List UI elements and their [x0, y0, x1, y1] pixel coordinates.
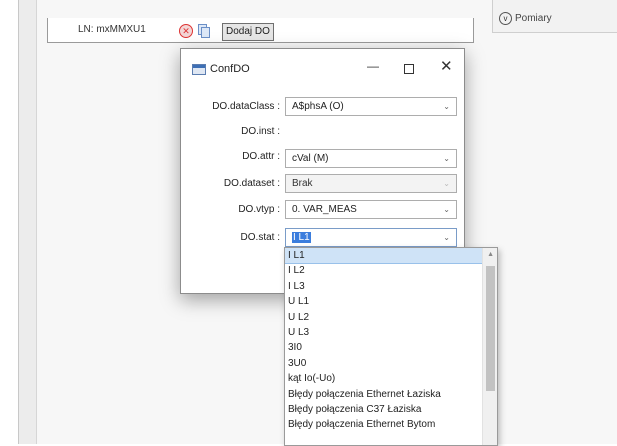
stat-option[interactable]: I L2: [285, 263, 497, 278]
add-do-button[interactable]: Dodaj DO: [222, 23, 274, 41]
maximize-icon[interactable]: [404, 64, 414, 74]
attr-value: cVal (M): [292, 153, 329, 164]
attr-select[interactable]: cVal (M) ⌄: [285, 149, 457, 168]
stat-option[interactable]: 3U0: [285, 356, 497, 371]
close-icon[interactable]: ✕: [440, 57, 453, 75]
stat-option[interactable]: kąt Io(-Uo): [285, 371, 497, 386]
dataclass-select[interactable]: A$phsA (O) ⌄: [285, 97, 457, 116]
copy-icon[interactable]: [198, 24, 210, 38]
dataset-value: Brak: [292, 178, 313, 189]
dataset-select: Brak ⌄: [285, 174, 457, 193]
dialog-title: ConfDO: [210, 63, 250, 75]
stat-option[interactable]: Błędy połączenia Ethernet Bytom: [285, 417, 497, 432]
minimize-icon[interactable]: —: [367, 59, 379, 73]
chevron-down-icon: ⌄: [443, 154, 450, 163]
remove-icon[interactable]: ✕: [179, 24, 193, 38]
vtyp-value: 0. VAR_MEAS: [292, 204, 357, 215]
stat-dropdown-list[interactable]: I L1 I L2 I L3 U L1 U L2 U L3 3I0 3U0 kąt Io(-Uo…: [284, 247, 498, 446]
pomiary-label[interactable]: Pomiary: [515, 13, 552, 24]
chevron-down-icon: ⌄: [443, 233, 450, 242]
attr-label: DO.attr :: [242, 151, 280, 162]
dataclass-label: DO.dataClass :: [212, 101, 280, 112]
inst-label: DO.inst :: [241, 126, 280, 137]
stat-option[interactable]: I L1: [285, 248, 497, 265]
chevron-down-icon: ⌄: [443, 179, 450, 188]
stat-options: I L1 I L2 I L3 U L1 U L2 U L3 3I0 3U0 kąt Io(-Uo…: [285, 248, 497, 433]
scrollbar-thumb[interactable]: [486, 266, 495, 391]
stat-label: DO.stat :: [240, 232, 280, 243]
stat-value[interactable]: I L1: [292, 232, 311, 243]
chevron-up-icon[interactable]: ▲: [487, 251, 494, 258]
stat-select[interactable]: I L1 ⌄: [285, 228, 457, 247]
vtyp-label: DO.vtyp :: [238, 204, 280, 215]
dropdown-scrollbar[interactable]: ▲: [482, 248, 497, 445]
stat-option[interactable]: Błędy połączenia Ethernet Łaziska: [285, 387, 497, 402]
window-icon: [192, 64, 206, 75]
stat-option[interactable]: U L3: [285, 325, 497, 340]
stat-option[interactable]: Błędy połączenia C37 Łaziska: [285, 402, 497, 417]
stat-option[interactable]: 3I0: [285, 340, 497, 355]
ln-label: LN: mxMMXU1: [78, 24, 146, 35]
chevron-down-icon[interactable]: v: [499, 12, 512, 25]
dataclass-value: A$phsA (O): [292, 101, 344, 112]
stat-option[interactable]: U L2: [285, 310, 497, 325]
chevron-down-icon: ⌄: [443, 205, 450, 214]
stat-option[interactable]: U L1: [285, 294, 497, 309]
dataset-label: DO.dataset :: [223, 178, 280, 189]
stat-option[interactable]: I L3: [285, 279, 497, 294]
vtyp-select[interactable]: 0. VAR_MEAS ⌄: [285, 200, 457, 219]
chevron-down-icon: ⌄: [443, 102, 450, 111]
